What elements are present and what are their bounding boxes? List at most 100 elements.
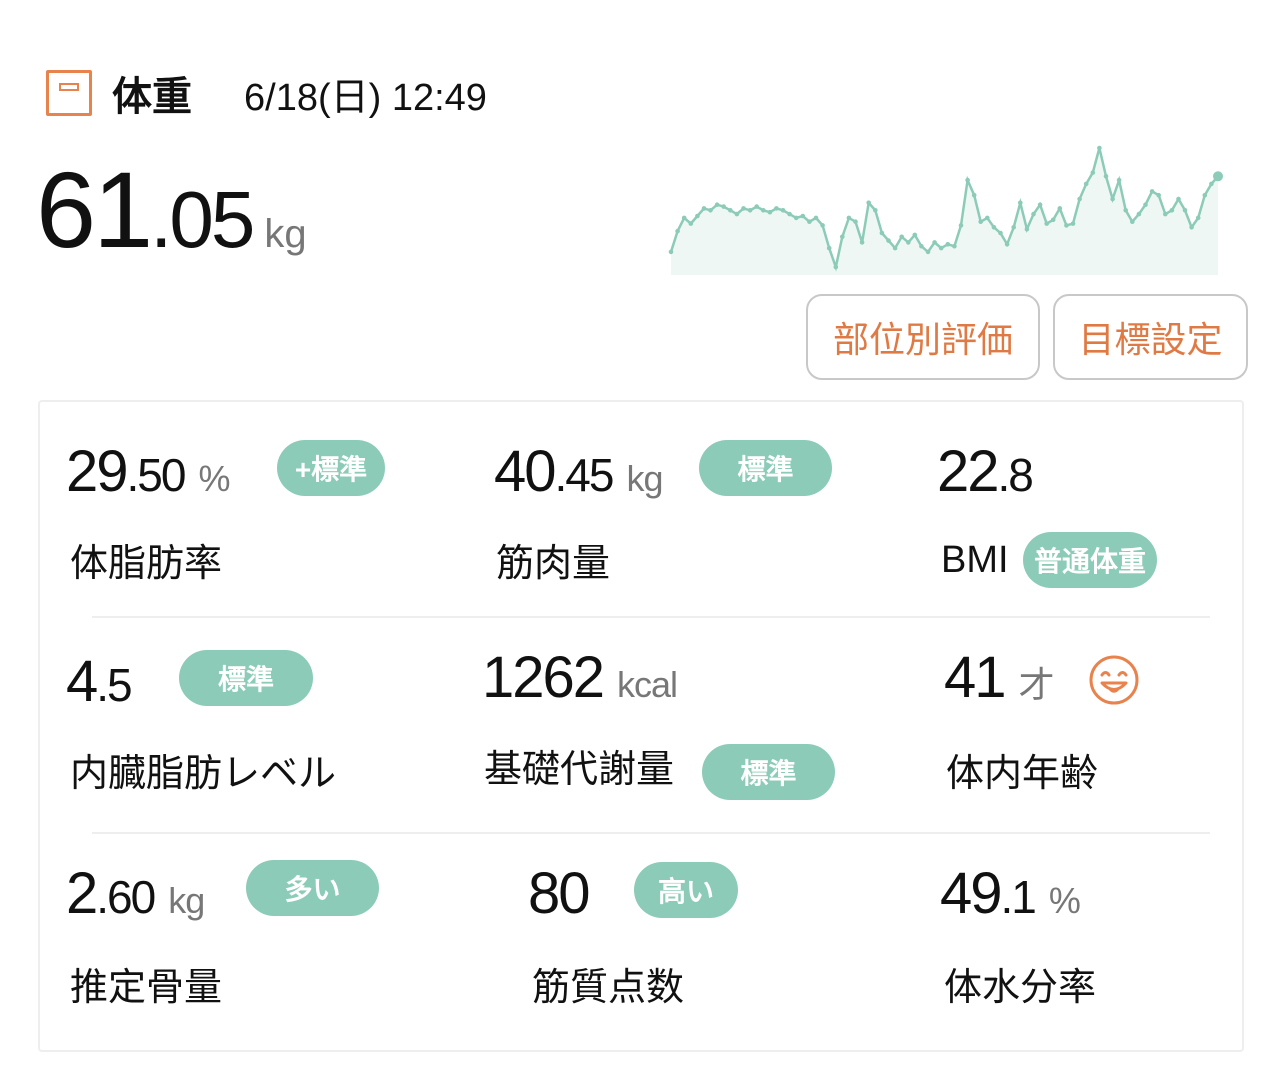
trend-point — [761, 208, 766, 213]
trend-point — [793, 215, 799, 221]
measurement-datetime: 6/18(日) 12:49 — [244, 77, 487, 119]
trend-point — [912, 232, 918, 238]
trend-point — [820, 223, 825, 228]
trend-point — [807, 219, 812, 224]
trend-point — [1011, 225, 1016, 230]
weight-value: 61.05 kg — [36, 150, 307, 303]
trend-point — [1189, 225, 1194, 230]
trend-point — [879, 230, 885, 236]
trend-point — [1077, 196, 1082, 202]
trend-point — [1083, 181, 1089, 187]
trend-point — [688, 221, 694, 226]
trend-point — [965, 177, 970, 183]
trend-point — [1097, 145, 1102, 151]
trend-point — [1004, 242, 1010, 247]
trend-point — [985, 215, 990, 221]
trend-point — [998, 230, 1003, 236]
row-divider — [92, 832, 1210, 834]
body-age-value[interactable]: 41 才 — [944, 646, 1055, 725]
trend-point — [1169, 208, 1175, 213]
trend-point — [925, 249, 931, 255]
trend-point — [681, 215, 687, 221]
muscle-mass-badge: 標準 — [699, 440, 832, 496]
bmr-value[interactable]: 1262 kcal — [482, 646, 678, 725]
bmr-label: 基礎代謝量 — [484, 749, 675, 791]
trend-point — [1050, 217, 1056, 223]
trend-point — [978, 219, 983, 224]
bmr-badge: 標準 — [702, 744, 835, 800]
muscle-score-value[interactable]: 80 — [528, 862, 590, 941]
bone-mass-label: 推定骨量 — [70, 967, 223, 1009]
trend-point — [787, 211, 792, 217]
bone-mass-value[interactable]: 2.60 kg — [66, 862, 205, 941]
goal-setting-button[interactable]: 目標設定 — [1053, 294, 1248, 380]
bmi-label: BMI — [941, 539, 1009, 581]
trend-latest-point — [1213, 171, 1223, 182]
trend-point — [1090, 170, 1096, 175]
trend-point — [906, 240, 911, 245]
trend-point — [668, 249, 674, 255]
trend-point — [1037, 202, 1043, 207]
trend-point — [714, 202, 720, 207]
trend-point — [1176, 196, 1181, 202]
trend-point — [747, 208, 753, 213]
body-fat-label: 体脂肪率 — [70, 543, 223, 585]
trend-point — [971, 192, 977, 198]
trend-point — [840, 234, 845, 240]
trend-point — [1130, 219, 1135, 224]
trend-point — [991, 225, 997, 230]
body-age-label: 体内年齢 — [946, 753, 1099, 795]
trend-point — [1057, 206, 1063, 211]
trend-point — [1044, 221, 1049, 226]
bmi-badge: 普通体重 — [1023, 532, 1157, 588]
trend-point — [1182, 208, 1188, 213]
scale-icon — [46, 70, 92, 116]
trend-point — [938, 245, 944, 251]
bone-mass-badge: 多い — [246, 860, 379, 916]
trend-point — [1149, 189, 1155, 194]
body-part-evaluation-button[interactable]: 部位別評価 — [806, 294, 1040, 380]
trend-point — [892, 245, 898, 251]
trend-point — [958, 223, 964, 228]
trend-point — [741, 206, 746, 211]
body-fat-badge: +標準 — [277, 440, 385, 496]
trend-point — [1031, 211, 1036, 217]
trend-point — [721, 204, 726, 209]
muscle-mass-value[interactable]: 40.45 kg — [494, 440, 664, 519]
trend-point — [952, 243, 957, 249]
trend-point — [1195, 215, 1201, 221]
trend-point — [1163, 211, 1168, 217]
weight-unit: kg — [264, 212, 307, 256]
trend-point — [708, 208, 713, 213]
trend-point — [701, 206, 707, 211]
trend-point — [774, 206, 779, 211]
trend-point — [826, 245, 832, 251]
trend-point — [675, 228, 680, 234]
trend-point — [1064, 223, 1069, 228]
trend-point — [1202, 192, 1208, 198]
trend-point — [866, 200, 871, 206]
trend-point — [899, 234, 904, 240]
trend-point — [695, 213, 700, 219]
body-water-value[interactable]: 49.1% — [940, 862, 1081, 941]
trend-point — [780, 208, 786, 213]
visceral-fat-badge: 標準 — [179, 650, 313, 706]
trend-point — [754, 204, 759, 209]
trend-point — [833, 264, 839, 270]
row-divider — [92, 616, 1210, 618]
weight-decimal: .05 — [150, 175, 255, 264]
trend-point — [932, 240, 937, 245]
weight-trend-chart[interactable] — [668, 140, 1228, 275]
trend-point — [846, 215, 852, 221]
body-fat-value[interactable]: 29.50% — [66, 440, 230, 519]
trend-point — [1103, 174, 1109, 179]
trend-point — [1024, 226, 1030, 232]
muscle-score-badge: 高い — [634, 862, 738, 918]
trend-point — [734, 211, 740, 217]
visceral-fat-label: 内臓脂肪レベル — [70, 753, 337, 795]
bmi-value[interactable]: 22.8 — [937, 440, 1034, 519]
page-title: 体重 — [112, 75, 192, 119]
trend-point — [1018, 200, 1023, 206]
trend-point — [1136, 211, 1142, 217]
visceral-fat-value[interactable]: 4.5 — [66, 650, 133, 729]
